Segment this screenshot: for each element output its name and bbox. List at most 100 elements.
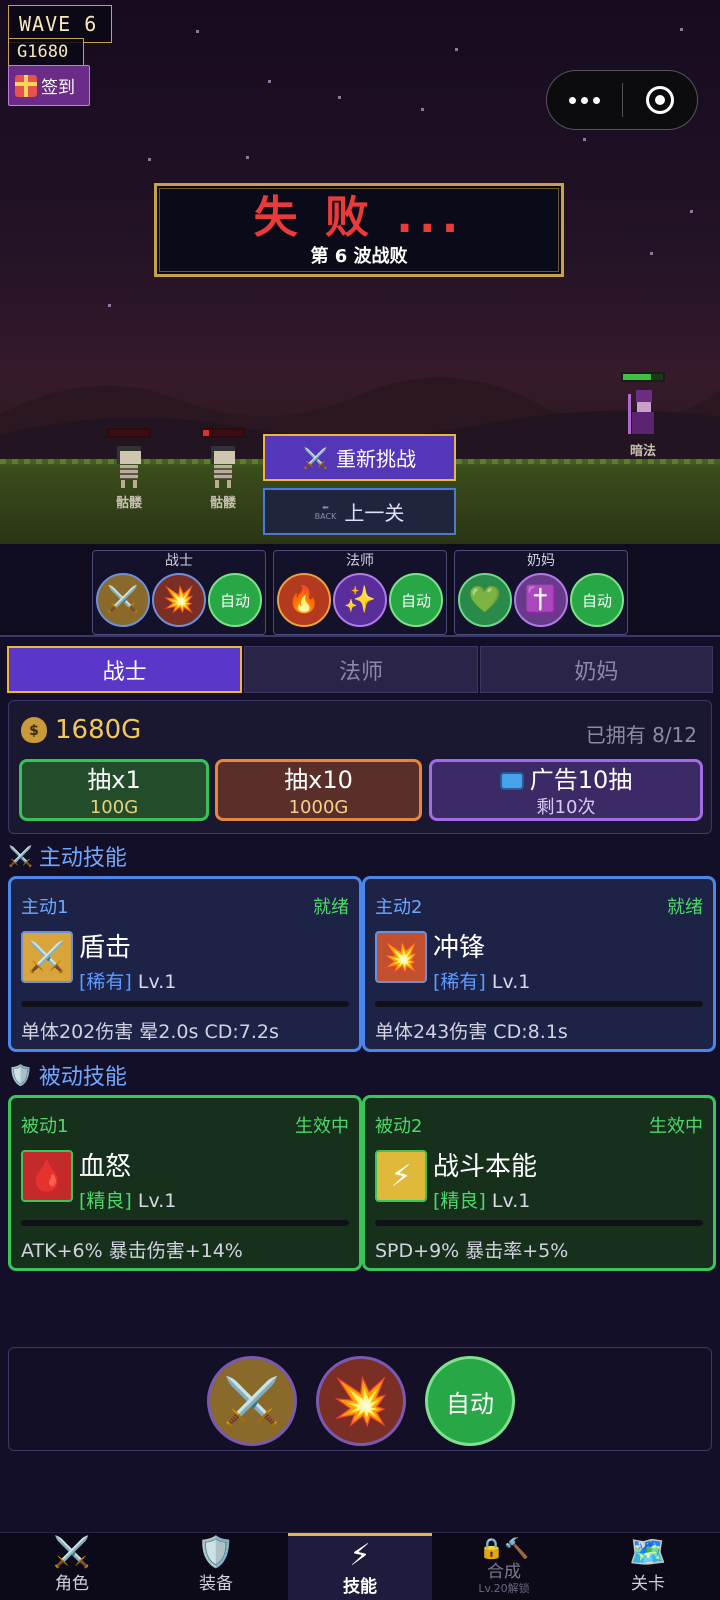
miniprogram-capsule	[546, 70, 698, 130]
defeat-banner: 失 败 ... 第 6 波战败	[154, 183, 564, 277]
star	[583, 138, 586, 141]
swords-icon: ⚔️	[53, 1535, 91, 1570]
nav-craft[interactable]: 🔒🔨 合成 Lv.20解锁	[432, 1533, 576, 1600]
gold-amount: 1680G	[55, 715, 142, 745]
draw-10-button[interactable]: 抽x10 1000G	[215, 759, 422, 821]
nav-character[interactable]: ⚔️ 角色	[0, 1533, 144, 1600]
active-skills-heading: ⚔️ 主动技能	[8, 840, 127, 872]
fire-icon[interactable]: 🔥	[277, 573, 331, 627]
lock-hammer-icon: 🔒🔨	[479, 1536, 529, 1560]
skill-level: Lv.1	[491, 1190, 531, 1212]
skill-level: Lv.1	[137, 1190, 177, 1212]
skill-level: Lv.1	[491, 971, 531, 993]
star	[268, 80, 271, 83]
skill-rarity: [稀有]	[433, 971, 486, 993]
signin-label: 签到	[41, 78, 75, 98]
gift-icon	[15, 74, 37, 97]
tab-healer[interactable]: 奶妈	[479, 646, 713, 693]
swords-icon: ⚔️	[21, 931, 73, 983]
defeat-subtitle: 第 6 波战败	[310, 246, 408, 267]
skill-state: 就绪	[313, 897, 349, 918]
hero-name: 奶妈	[527, 553, 555, 569]
skill-state: 生效中	[295, 1116, 349, 1137]
skill-state: 就绪	[667, 897, 703, 918]
tab-mage[interactable]: 法师	[244, 646, 478, 693]
skill-rarity: [精良]	[433, 1190, 486, 1212]
star	[650, 252, 653, 255]
skill-progress-bar	[21, 1001, 349, 1007]
shield-icon: 🛡️	[8, 1063, 33, 1087]
ad-draw-remaining: 剩10次	[536, 797, 596, 818]
explosion-icon[interactable]: 💥	[316, 1356, 406, 1446]
star	[690, 210, 693, 213]
star	[338, 96, 341, 99]
skill-slot: 被动1	[21, 1116, 69, 1137]
passive-skills-heading: 🛡️ 被动技能	[8, 1059, 127, 1091]
previous-stage-label: 上一关	[344, 501, 405, 525]
skill-progress-bar	[375, 1220, 703, 1226]
swords-icon: ⚔️	[303, 445, 328, 470]
star	[196, 30, 199, 33]
star	[108, 304, 111, 307]
auto-button[interactable]: 自动	[389, 573, 443, 627]
enemy-skeleton: 骷髅	[200, 428, 246, 511]
star	[455, 48, 458, 51]
ally-name: 暗法	[629, 444, 656, 459]
skill-slot: 主动1	[21, 897, 69, 918]
auto-button[interactable]: 自动	[425, 1356, 515, 1446]
skill-description: ATK+6% 暴击伤害+14%	[21, 1240, 243, 1262]
hero-name: 战士	[165, 553, 193, 569]
skill-name: 血怒	[79, 1152, 132, 1182]
previous-stage-button[interactable]: ⬅ BACK 上一关	[263, 488, 456, 535]
map-icon: 🗺️	[629, 1535, 667, 1570]
passive-skill-card-1[interactable]: 被动1 生效中 🩸 血怒 [精良] Lv.1 ATK+6% 暴击伤害+14%	[8, 1095, 362, 1271]
lightning-icon: ⚡	[375, 1150, 427, 1202]
hero-tabs: 战士 法师 奶妈	[7, 646, 713, 693]
owned-count: 已拥有 8/12	[585, 723, 697, 747]
skill-description: SPD+9% 暴击率+5%	[375, 1240, 569, 1262]
skill-description: 单体202伤害 晕2.0s CD:7.2s	[21, 1021, 279, 1043]
swords-icon[interactable]: ⚔️	[96, 573, 150, 627]
star	[246, 156, 249, 159]
draw-1-label: 抽x1	[87, 766, 141, 794]
retry-button[interactable]: ⚔️ 重新挑战	[263, 434, 456, 481]
skill-description: 单体243伤害 CD:8.1s	[375, 1021, 568, 1043]
explosion-icon[interactable]: 💥	[152, 573, 206, 627]
skill-rarity: [精良]	[79, 1190, 132, 1212]
lightning-icon: ⚡	[349, 1538, 371, 1573]
nav-skills[interactable]: ⚡ 技能	[288, 1533, 432, 1600]
auto-button[interactable]: 自动	[208, 573, 262, 627]
skill-slot: 被动2	[375, 1116, 423, 1137]
skill-level: Lv.1	[137, 971, 177, 993]
nav-stages[interactable]: 🗺️ 关卡	[576, 1533, 720, 1600]
ad-draw-label: 广告10抽	[529, 766, 633, 794]
money-bag-icon: $	[21, 717, 47, 743]
swords-icon[interactable]: ⚔️	[207, 1356, 297, 1446]
auto-button[interactable]: 自动	[570, 573, 624, 627]
sparkles-icon[interactable]: ✨	[333, 573, 387, 627]
draw-1-cost: 100G	[89, 797, 139, 818]
retry-label: 重新挑战	[335, 447, 416, 471]
active-skill-card-1[interactable]: 主动1 就绪 ⚔️ 盾击 [稀有] Lv.1 单体202伤害 晕2.0s CD:…	[8, 876, 362, 1052]
heart-icon[interactable]: 💚	[458, 573, 512, 627]
star	[421, 108, 424, 111]
nav-equipment[interactable]: 🛡️ 装备	[144, 1533, 288, 1600]
star	[148, 158, 151, 161]
tab-warrior[interactable]: 战士	[7, 646, 243, 693]
enemy-name: 骷髅	[209, 496, 236, 511]
nav-label: 装备	[199, 1574, 233, 1594]
skill-quickbar: ⚔️ 💥 自动	[8, 1347, 712, 1451]
back-arrow-icon: ⬅ BACK	[314, 502, 337, 521]
battle-scene: WAVE 6 G1680 签到 失 败 ... 第 6 波战败 骷髅 骷髅 暗法…	[0, 0, 720, 543]
passive-skill-card-2[interactable]: 被动2 生效中 ⚡ 战斗本能 [精良] Lv.1 SPD+9% 暴击率+5%	[362, 1095, 716, 1271]
ad-draw-button[interactable]: 广告10抽 剩10次	[429, 759, 703, 821]
bottom-nav: ⚔️ 角色 🛡️ 装备 ⚡ 技能 🔒🔨 合成 Lv.20解锁 🗺️ 关卡	[0, 1532, 720, 1600]
cross-icon[interactable]: ✝️	[514, 573, 568, 627]
more-menu-icon[interactable]	[547, 96, 622, 104]
signin-button[interactable]: 签到	[8, 65, 90, 106]
draw-1-button[interactable]: 抽x1 100G	[19, 759, 209, 821]
section-label: 被动技能	[38, 1065, 127, 1090]
active-skill-card-2[interactable]: 主动2 就绪 💥 冲锋 [稀有] Lv.1 单体243伤害 CD:8.1s	[362, 876, 716, 1052]
close-target-icon[interactable]	[623, 86, 697, 114]
nav-label: 关卡	[631, 1574, 665, 1594]
